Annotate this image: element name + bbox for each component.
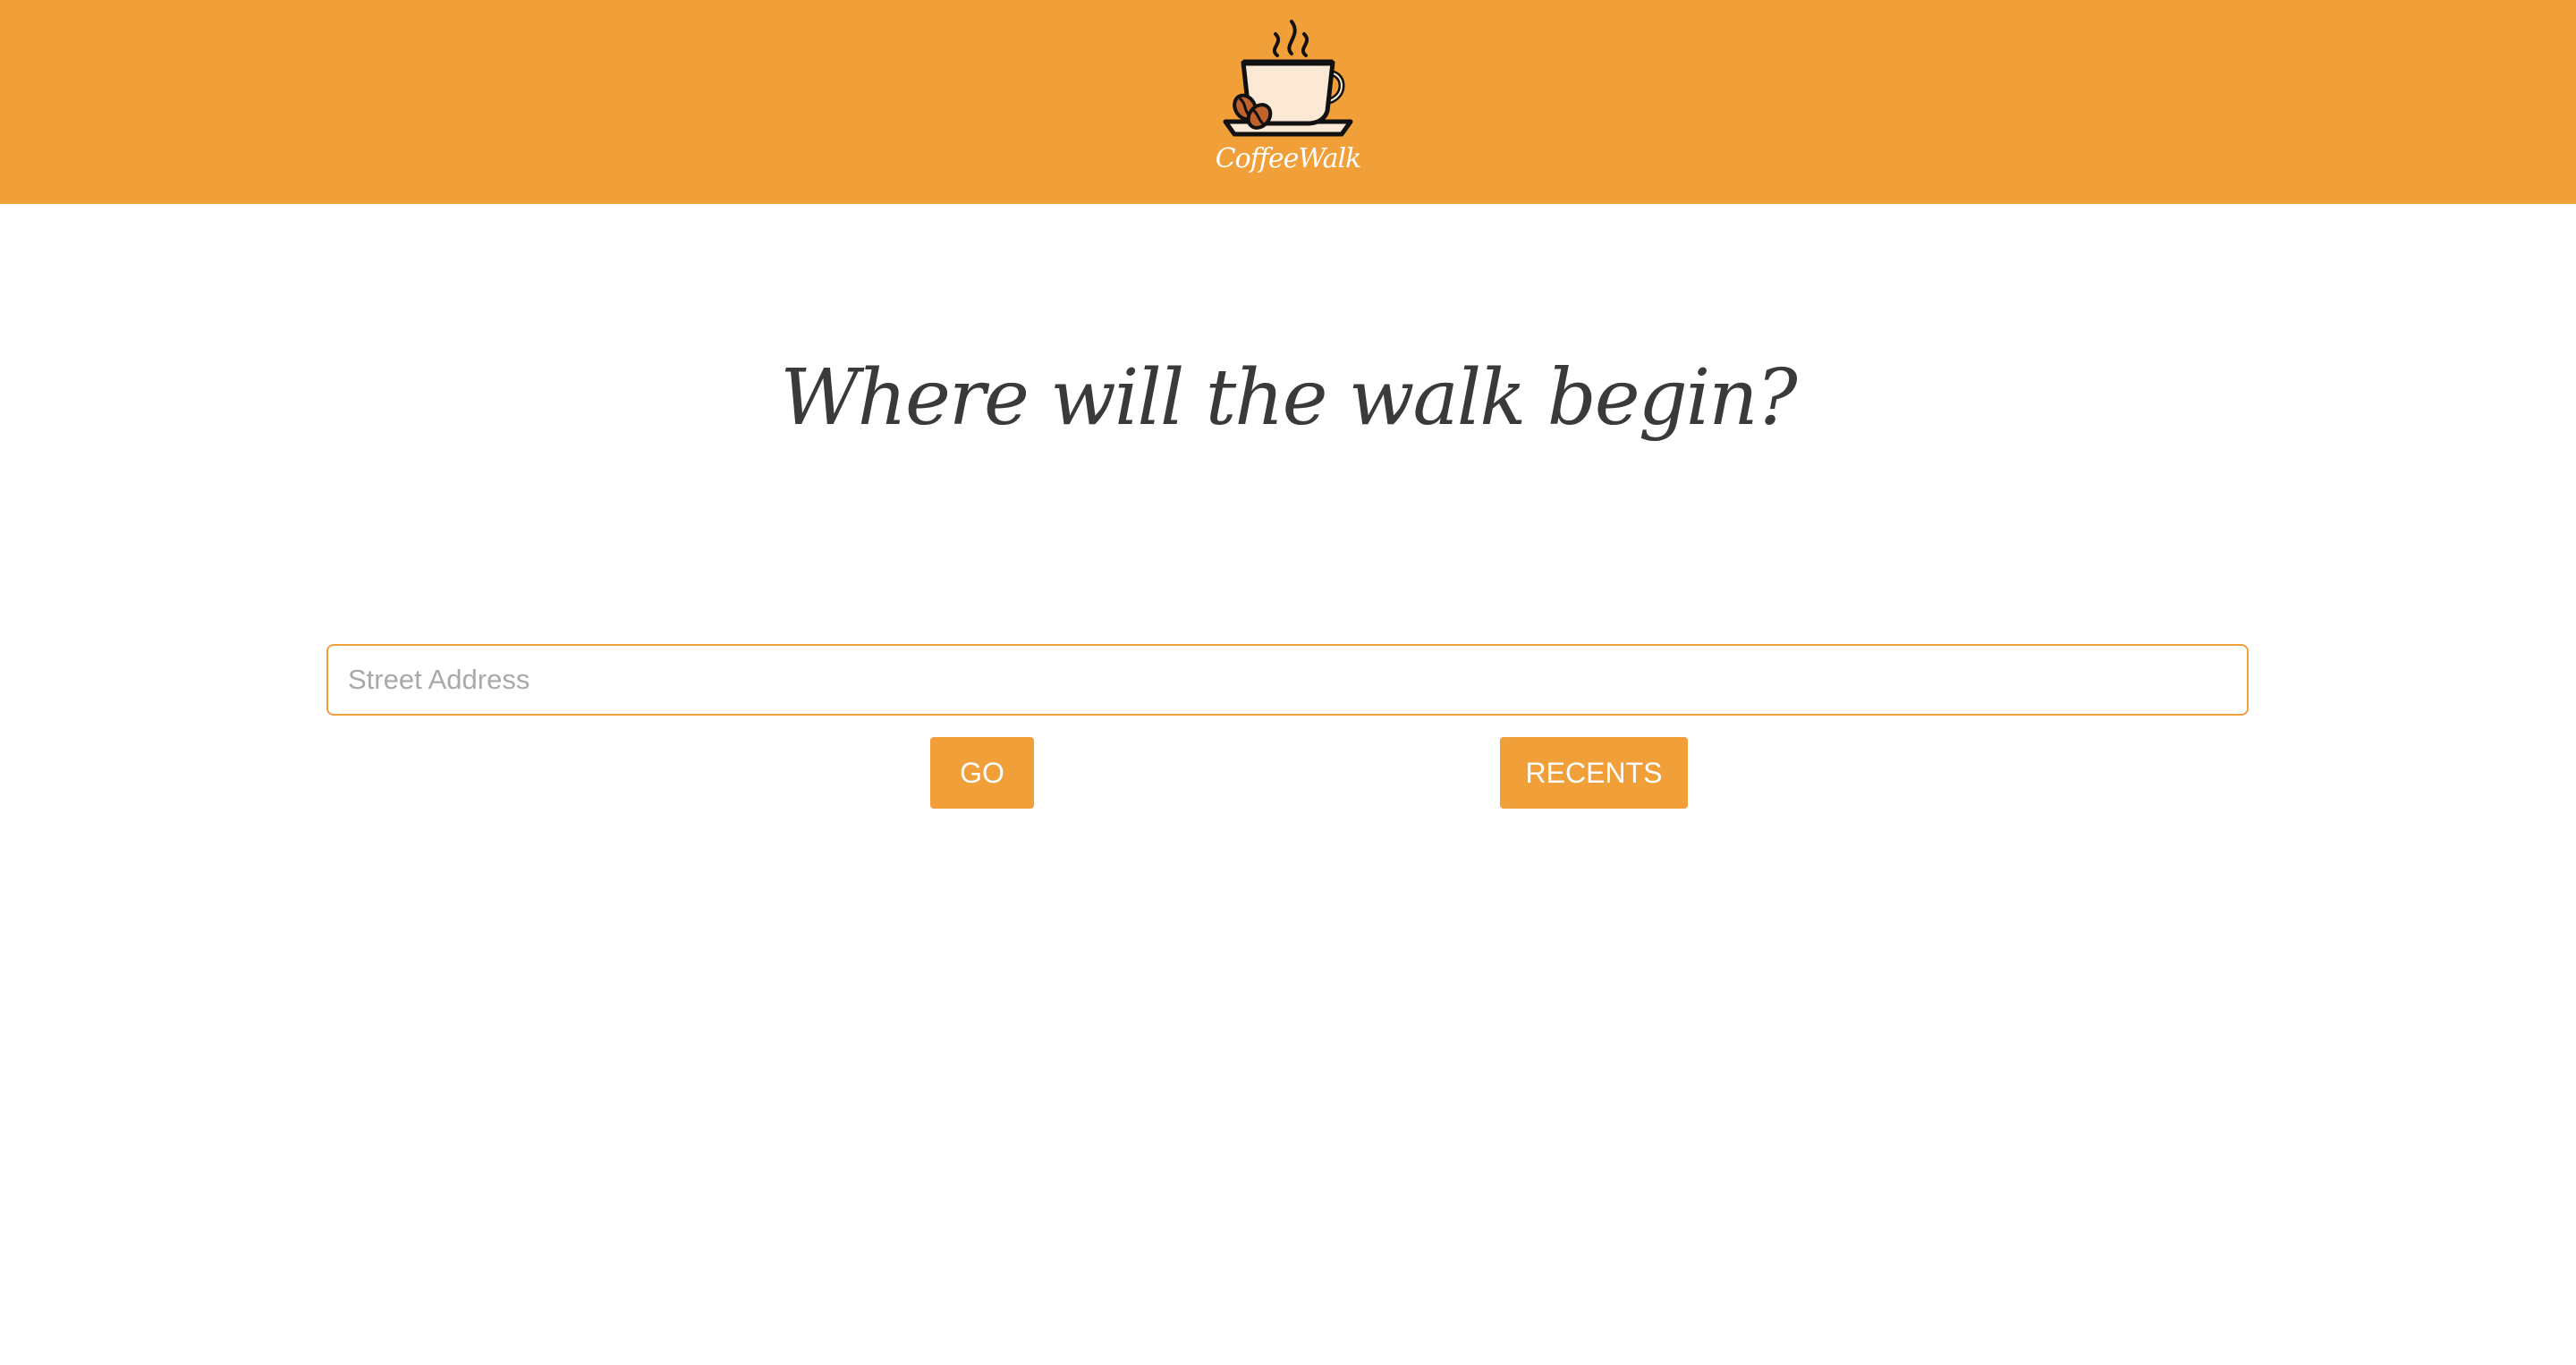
brand-logo-link[interactable]: CoffeeWalk [1199, 0, 1377, 197]
brand-name: CoffeeWalk [1215, 143, 1362, 174]
recents-button[interactable]: RECENTS [1500, 737, 1688, 809]
street-address-input[interactable] [326, 644, 2249, 716]
coffee-cup-icon [1223, 20, 1353, 137]
page: CoffeeWalk Where will the walk begin? GO… [0, 0, 2576, 1365]
go-button[interactable]: GO [930, 737, 1034, 809]
top-header: CoffeeWalk [0, 0, 2576, 204]
page-headline: Where will the walk begin? [780, 353, 1798, 443]
